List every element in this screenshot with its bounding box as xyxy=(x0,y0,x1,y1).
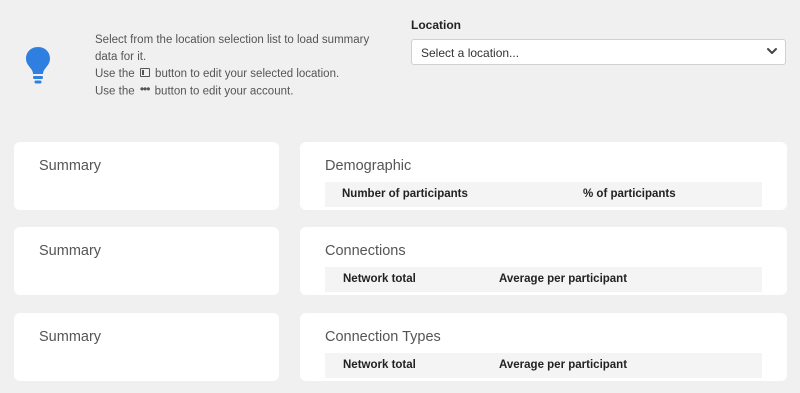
summary-card-title: Summary xyxy=(39,243,102,259)
connections-card: Connections Network total Average per pa… xyxy=(300,227,787,295)
lightbulb-icon xyxy=(26,47,50,84)
location-field: Location Select a location... xyxy=(411,17,786,65)
column-header-percent-of-participants: % of participants xyxy=(583,188,676,200)
summary-card: Summary xyxy=(14,142,279,210)
info-line3-prefix: Use the xyxy=(95,85,135,98)
summary-card: Summary xyxy=(14,227,279,295)
info-text-line3: Use the ••• button to edit your account. xyxy=(95,82,380,101)
info-text-line1: Select from the location selection list … xyxy=(95,34,370,46)
info-text-line2: Use the button to edit your selected loc… xyxy=(95,66,380,83)
demographic-table-header: Number of participants % of participants xyxy=(325,182,762,207)
column-header-average-per-participant: Average per participant xyxy=(499,359,628,371)
summary-card-title: Summary xyxy=(39,158,102,174)
location-select[interactable]: Select a location... xyxy=(411,39,786,65)
panel-icon xyxy=(139,68,150,78)
summary-card: Summary xyxy=(14,313,279,381)
connection-types-card-title: Connection Types xyxy=(325,329,441,345)
info-line2-suffix: button to edit your selected location. xyxy=(155,68,340,80)
connection-types-table-header: Network total Average per participant xyxy=(325,353,762,378)
info-line3-suffix: button to edit your account. xyxy=(154,85,294,98)
column-header-number-of-participants: Number of participants xyxy=(342,188,468,200)
connections-card-title: Connections xyxy=(325,243,406,259)
connection-types-card: Connection Types Network total Average p… xyxy=(300,313,787,381)
connections-table-header: Network total Average per participant xyxy=(325,267,762,292)
demographic-card-title: Demographic xyxy=(325,158,412,174)
demographic-card: Demographic Number of participants % of … xyxy=(300,142,787,210)
column-header-average-per-participant: Average per participant xyxy=(499,273,628,285)
info-section: Select from the location selection list … xyxy=(22,30,382,110)
info-text-line1-cont: data for it. xyxy=(95,51,147,63)
location-label: Location xyxy=(411,18,461,32)
location-select-placeholder: Select a location... xyxy=(421,46,520,60)
summary-card-title: Summary xyxy=(39,329,102,345)
chevron-down-icon[interactable] xyxy=(765,44,779,58)
column-header-network-total: Network total xyxy=(343,359,416,371)
more-dots-icon: ••• xyxy=(139,82,151,96)
column-header-network-total: Network total xyxy=(343,273,416,285)
info-line2-prefix: Use the xyxy=(95,68,135,80)
